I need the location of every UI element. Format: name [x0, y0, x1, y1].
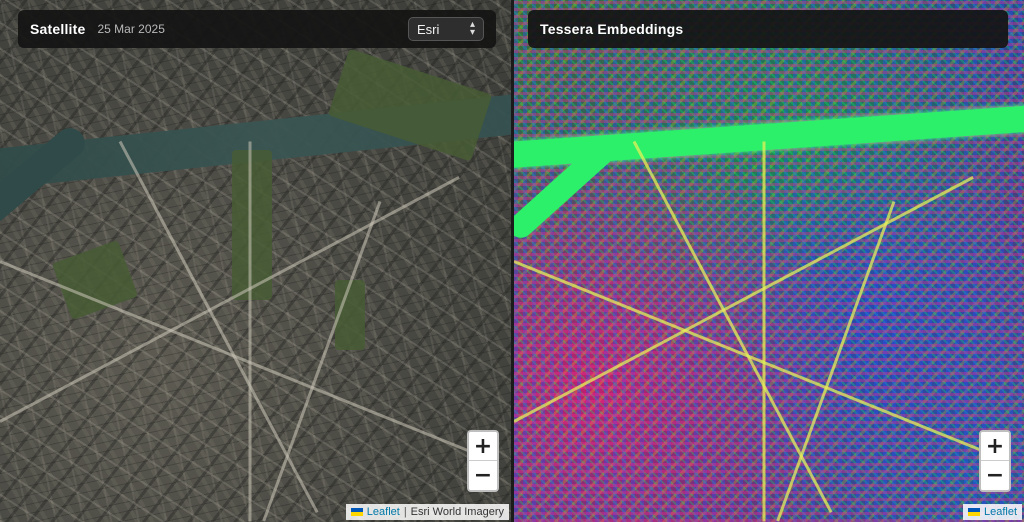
- zoom-out-button[interactable]: −: [981, 461, 1009, 490]
- attribution-separator: |: [403, 506, 407, 518]
- leaflet-link[interactable]: Leaflet: [367, 506, 400, 518]
- leaflet-link[interactable]: Leaflet: [984, 506, 1017, 518]
- select-value: Esri: [417, 21, 440, 37]
- embeddings-map[interactable]: Tessera Embeddings + − Leaflet: [514, 0, 1024, 522]
- imagery-source-select[interactable]: Esri ▴ ▾: [408, 17, 484, 41]
- zoom-control: + −: [467, 430, 499, 492]
- attribution-source: Esri World Imagery: [410, 506, 504, 518]
- embeddings-header: Tessera Embeddings: [528, 10, 1008, 48]
- satellite-header: Satellite 25 Mar 2025 Esri ▴ ▾: [18, 10, 496, 48]
- zoom-in-button[interactable]: +: [981, 432, 1009, 461]
- zoom-out-button[interactable]: −: [469, 461, 497, 490]
- zoom-control: + −: [979, 430, 1011, 492]
- road: [248, 141, 252, 522]
- ukraine-flag-icon: [967, 508, 980, 516]
- imagery-date: 25 Mar 2025: [97, 22, 165, 36]
- ukraine-flag-icon: [350, 508, 363, 516]
- map-attribution: Leaflet | Esri World Imagery: [345, 504, 509, 520]
- embedding-visualization: [514, 0, 1024, 522]
- satellite-map[interactable]: Satellite 25 Mar 2025 Esri ▴ ▾ + − Leafle…: [0, 0, 511, 522]
- panel-title: Tessera Embeddings: [540, 21, 684, 37]
- road: [762, 141, 766, 522]
- panel-title: Satellite: [30, 21, 86, 37]
- map-attribution: Leaflet: [962, 504, 1022, 520]
- zoom-in-button[interactable]: +: [469, 432, 497, 461]
- chevron-updown-icon: ▴ ▾: [469, 19, 475, 38]
